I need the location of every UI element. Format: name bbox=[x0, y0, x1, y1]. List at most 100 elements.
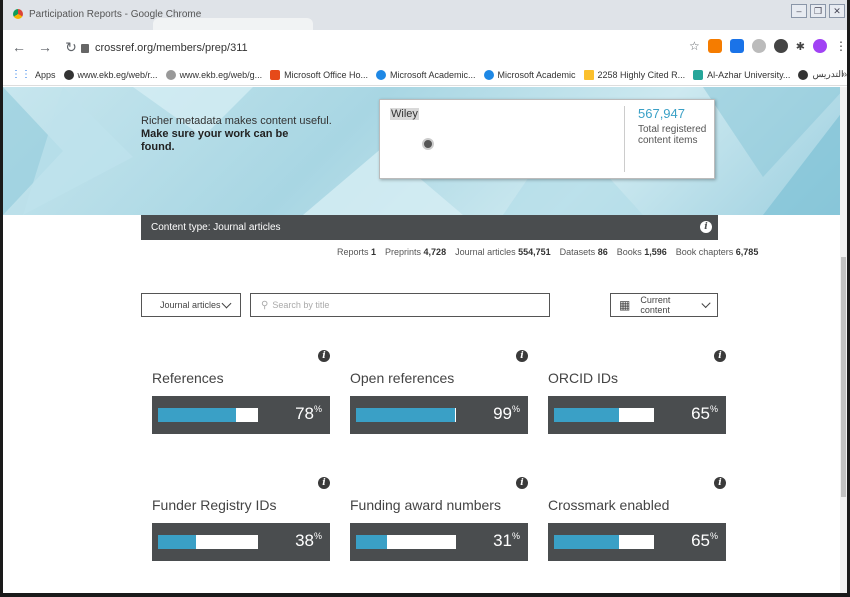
info-icon[interactable]: i bbox=[714, 350, 726, 362]
globe-icon bbox=[798, 69, 809, 80]
metric-label: Open references bbox=[350, 370, 455, 386]
metric-label: References bbox=[152, 370, 224, 386]
metric-value: 78 bbox=[295, 404, 314, 423]
globe-icon bbox=[63, 69, 74, 80]
menu-icon[interactable]: ⋮ bbox=[835, 39, 847, 53]
metric-bar: 38% bbox=[152, 523, 330, 561]
progress-fill bbox=[554, 535, 619, 549]
chevron-down-icon bbox=[701, 298, 711, 308]
percent-sign: % bbox=[313, 531, 322, 541]
percent-sign: % bbox=[511, 404, 520, 414]
extensions-area: ☆ ✱ ⋮ bbox=[689, 39, 847, 53]
extension-gray-icon[interactable] bbox=[751, 39, 766, 53]
metric-label: Crossmark enabled bbox=[548, 497, 670, 513]
puzzle-icon[interactable]: ✱ bbox=[796, 40, 805, 53]
content-type-select[interactable]: Journal articles bbox=[141, 293, 241, 317]
close-icon[interactable]: ✕ bbox=[829, 4, 845, 18]
progress-fill bbox=[356, 535, 387, 549]
metric-bar: 99% bbox=[350, 396, 528, 434]
bookmark-office[interactable]: Microsoft Office Ho... bbox=[270, 69, 368, 80]
bookmark-azhar[interactable]: Al-Azhar University... bbox=[693, 69, 790, 80]
progress-track bbox=[356, 408, 456, 422]
profile-avatar[interactable] bbox=[813, 39, 827, 53]
metric-percent: 65% bbox=[691, 531, 718, 551]
back-icon[interactable]: ← bbox=[9, 39, 29, 55]
bookmark-ekb-2[interactable]: www.ekb.eg/web/g... bbox=[165, 69, 262, 80]
total-count: 567,947 bbox=[638, 106, 685, 121]
progress-fill bbox=[554, 408, 619, 422]
count-label: Datasets bbox=[559, 247, 598, 257]
percent-sign: % bbox=[313, 404, 322, 414]
bookmark-academic-2[interactable]: Microsoft Academic bbox=[483, 69, 576, 80]
content-type-value: Journal articles bbox=[160, 300, 221, 310]
info-icon[interactable]: i bbox=[700, 221, 712, 233]
restore-icon[interactable]: ❐ bbox=[810, 4, 826, 18]
metric-percent: 31% bbox=[493, 531, 520, 551]
chrome-icon bbox=[13, 9, 23, 19]
metric-percent: 99% bbox=[493, 404, 520, 424]
percent-sign: % bbox=[511, 531, 520, 541]
bar-chart-icon bbox=[583, 69, 594, 80]
minimize-icon[interactable]: ‒ bbox=[791, 4, 807, 18]
percent-sign: % bbox=[709, 404, 718, 414]
count-value: 1,596 bbox=[644, 247, 667, 257]
metric-label: Funding award numbers bbox=[350, 497, 501, 513]
academic-icon bbox=[375, 69, 386, 80]
count-item: Books 1,596 bbox=[617, 247, 667, 257]
address-bar: ← → ↻ crossref.org/members/prep/311 ☆ ✱ … bbox=[3, 30, 847, 64]
metric-bar: 65% bbox=[548, 396, 726, 434]
count-label: Book chapters bbox=[675, 247, 736, 257]
metric-bar: 78% bbox=[152, 396, 330, 434]
info-icon[interactable]: i bbox=[714, 477, 726, 489]
count-label: Journal articles bbox=[455, 247, 519, 257]
metric-bar: 31% bbox=[350, 523, 528, 561]
search-placeholder: Search by title bbox=[272, 300, 330, 310]
info-icon[interactable]: i bbox=[516, 350, 528, 362]
scrollbar-thumb[interactable] bbox=[841, 257, 846, 497]
percent-sign: % bbox=[709, 531, 718, 541]
extension-dark-icon[interactable] bbox=[773, 39, 788, 53]
extension-orange-icon[interactable] bbox=[707, 39, 722, 53]
star-icon[interactable]: ☆ bbox=[689, 39, 700, 53]
bookmark-academic-1[interactable]: Microsoft Academic... bbox=[375, 69, 476, 80]
browser-window: Participation Reports - Google Chrome ‒ … bbox=[0, 0, 850, 597]
info-icon[interactable]: i bbox=[318, 477, 330, 489]
bookmark-highly-cited[interactable]: 2258 Highly Cited R... bbox=[583, 69, 685, 80]
extension-blue-icon[interactable] bbox=[729, 39, 744, 53]
metric-label: ORCID IDs bbox=[548, 370, 618, 386]
info-icon[interactable]: i bbox=[318, 350, 330, 362]
forward-icon[interactable]: → bbox=[35, 39, 55, 55]
progress-fill bbox=[356, 408, 455, 422]
reload-icon[interactable]: ↻ bbox=[61, 39, 81, 56]
progress-track bbox=[554, 408, 654, 422]
azhar-icon bbox=[693, 69, 704, 80]
count-item: Preprints 4,728 bbox=[385, 247, 446, 257]
metric-value: 31 bbox=[493, 531, 512, 550]
period-select[interactable]: ▦ Current content bbox=[610, 293, 718, 317]
hero-banner: Richer metadata makes content useful. Ma… bbox=[3, 87, 846, 215]
count-item: Book chapters 6,785 bbox=[676, 247, 759, 257]
apps-icon: ⋮⋮ bbox=[11, 69, 31, 80]
metric-label: Funder Registry IDs bbox=[152, 497, 277, 513]
info-icon[interactable]: i bbox=[516, 477, 528, 489]
progress-track bbox=[356, 535, 456, 549]
count-item: Journal articles 554,751 bbox=[455, 247, 551, 257]
member-logo-icon bbox=[422, 138, 434, 150]
office-icon bbox=[270, 69, 281, 80]
count-value: 6,785 bbox=[735, 247, 759, 257]
more-bookmarks-icon[interactable]: » bbox=[841, 69, 847, 80]
bookmark-ekb-1[interactable]: www.ekb.eg/web/r... bbox=[63, 69, 158, 80]
count-value: 86 bbox=[597, 247, 608, 257]
scrollbar[interactable] bbox=[840, 87, 847, 593]
url-field[interactable]: crossref.org/members/prep/311 bbox=[81, 37, 721, 59]
count-label: Preprints bbox=[385, 247, 424, 257]
count-value: 1 bbox=[371, 247, 377, 257]
metric-value: 99 bbox=[493, 404, 512, 423]
metric-bar: 65% bbox=[548, 523, 726, 561]
hero-line2: Make sure your work can be found. bbox=[141, 128, 289, 153]
lock-icon bbox=[81, 43, 89, 53]
bookmarks-bar: ⋮⋮ Apps www.ekb.eg/web/r... www.ekb.eg/we… bbox=[3, 64, 847, 86]
globe-icon bbox=[165, 69, 176, 80]
search-input[interactable]: ⚲ Search by title bbox=[250, 293, 550, 317]
bookmark-apps[interactable]: ⋮⋮ Apps bbox=[11, 69, 56, 80]
